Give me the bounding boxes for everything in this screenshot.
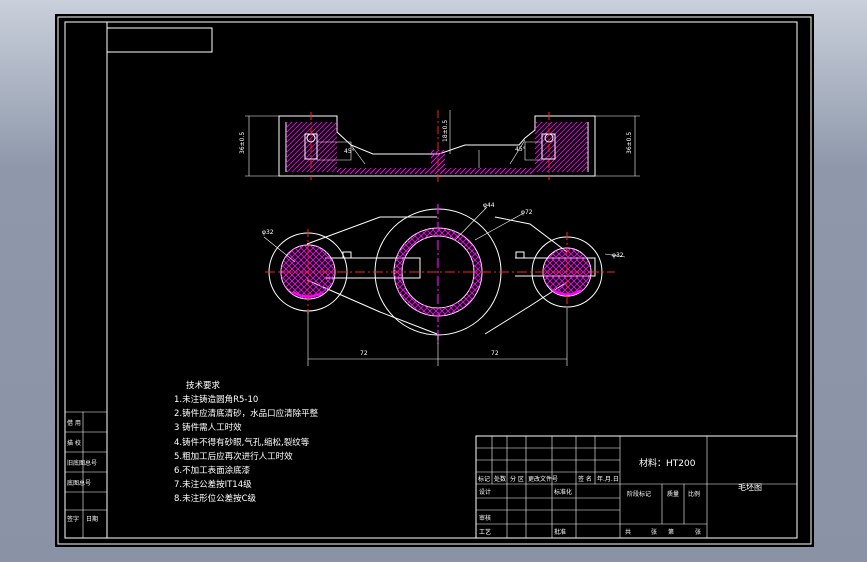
tech-item-4: 4.铸件不得有砂眼,气孔,缩松,裂纹等 [174,437,310,448]
code-box [106,27,213,53]
tech-item-8: 8.未注形位公差按C级 [174,493,257,504]
tech-item-2: 2.铸件应清底清砂，水品口应清除平整 [174,408,319,419]
row-label-change-doc: 更改文件号 [528,475,558,483]
strip-cell-sign: 签字 [67,515,79,523]
tech-title: 技术要求 [186,380,221,391]
role-process: 工艺 [479,528,491,536]
dim-angle-right: 45° [515,146,526,153]
strip-cell-base: 底图总号 [67,479,91,487]
tech-item-5: 5.粗加工后应再次进行人工时效 [174,451,293,462]
row-label-count: 处数 [494,475,506,483]
dim-phi-center-inner: φ44 [483,202,495,209]
scale-label: 比例 [688,490,700,498]
dim-right-height: 36±0.5 [626,132,633,154]
row-label-zone: 分 区 [510,475,524,483]
dim-phi-left: φ32 [262,229,274,236]
sheet-no-suffix: 张 [695,528,701,536]
drawing-canvas: 36±0.5 18±0.5 36±0.5 45° 45° φ32 φ32 φ44… [55,14,814,547]
role-review: 审核 [479,514,491,522]
row-label-sign: 签 名 [578,475,592,483]
strip-cell-date: 日期 [86,515,98,523]
plan-view [263,204,626,366]
dim-phi-right: φ32 [612,252,624,259]
tech-item-6: 6.不加工表面涂底漆 [174,465,251,476]
strip-cell-trace: 描 校 [67,439,81,447]
role-design: 设计 [479,488,491,496]
dim-left-height: 36±0.5 [239,132,246,154]
dim-angle-left: 45° [344,148,355,155]
row-label-mark: 标记 [478,475,490,483]
strip-cell-old-base: 旧底图总号 [67,459,97,467]
outer-border [57,16,812,545]
sheet-total-prefix: 共 [625,528,631,536]
part-name: 毛坯图 [738,482,762,492]
role-approve: 批准 [554,528,566,536]
tech-item-1: 1.未注铸造圆角R5-10 [174,394,258,405]
strip-cell-borrow: 借 用 [67,419,81,427]
dim-center-height: 18±0.5 [442,120,449,142]
row-label-date: 年.月.日 [597,475,619,483]
dim-span-right: 72 [491,350,499,357]
dim-span-left: 72 [360,350,368,357]
tech-item-7: 7.未注公差按IT14级 [174,479,252,490]
mass-label: 质量 [667,490,679,498]
tech-item-3: 3 铸件需人工时效 [174,422,242,433]
material-label: 材料：HT200 [639,457,696,469]
stage-mark-label: 阶段标记 [627,490,651,498]
sheet-total-suffix: 张 [651,528,657,536]
role-standardization: 标准化 [554,488,572,496]
dim-phi-center-outer: φ72 [521,209,533,216]
sheet-no-prefix: 第 [668,528,674,536]
